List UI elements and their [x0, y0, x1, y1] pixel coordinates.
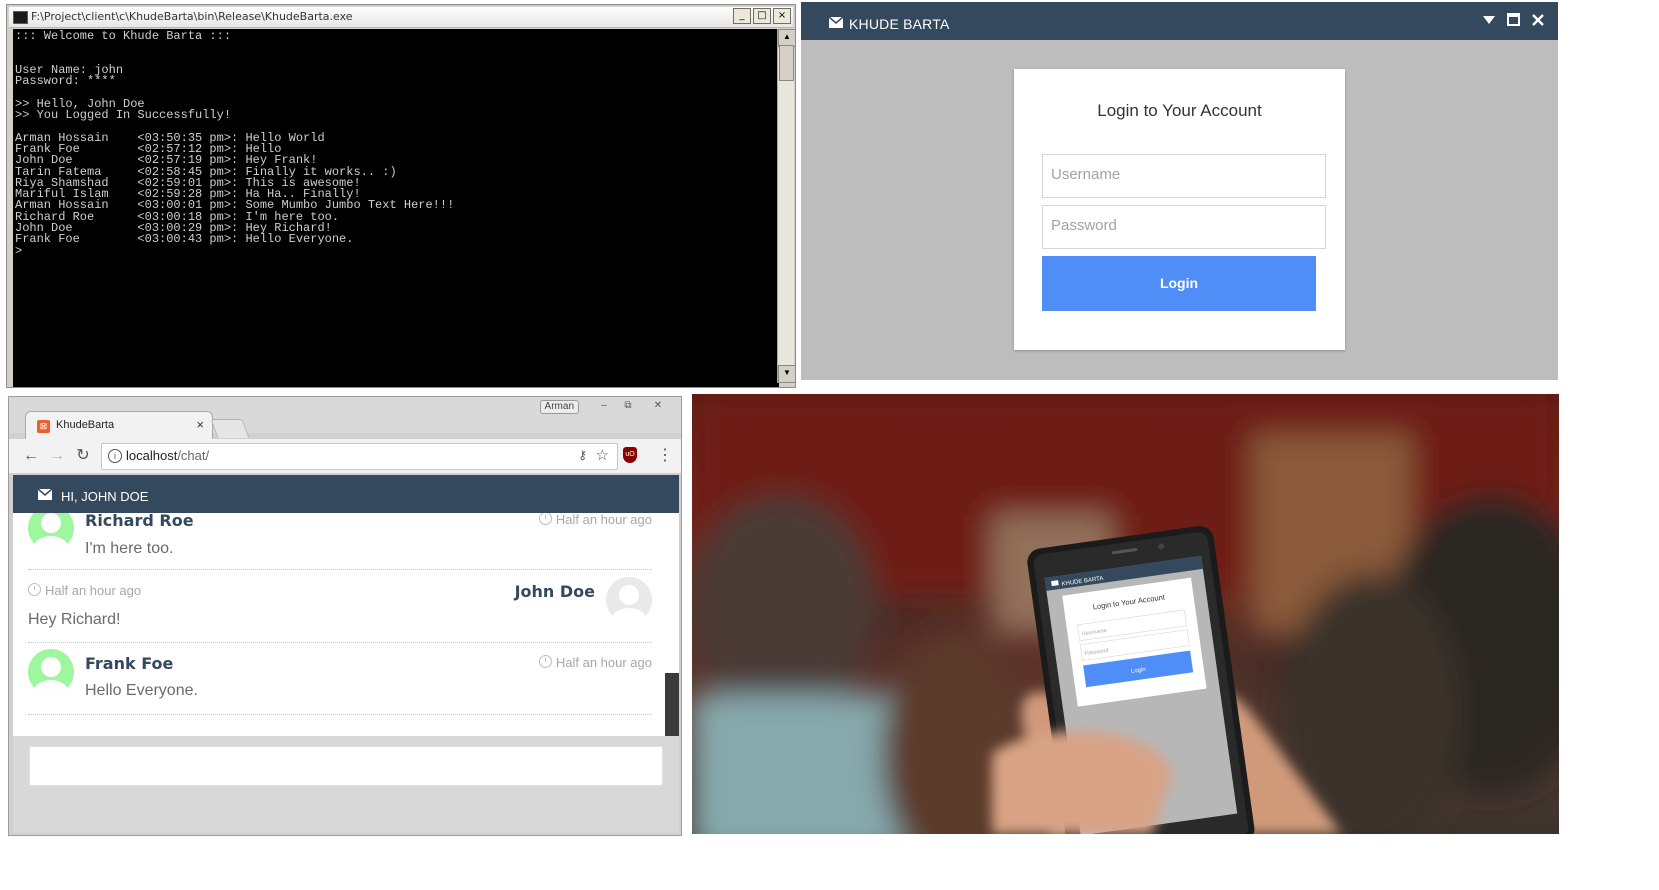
chat-scroll-thumb[interactable] [665, 673, 679, 736]
chat-message-list[interactable]: Richard Roe Half an hour ago I'm here to… [13, 513, 665, 736]
tab-close-icon[interactable]: × [196, 417, 204, 432]
login-card: Login to Your Account Username Password … [1014, 69, 1345, 350]
clock-icon [28, 583, 41, 596]
profile-button[interactable]: Arman [539, 400, 579, 414]
forward-arrow-icon[interactable]: → [47, 446, 67, 466]
message-author: John Doe [514, 582, 595, 601]
console-line: > [15, 243, 23, 258]
message-time-text: Half an hour ago [555, 655, 652, 670]
desktop-titlebar: KHUDE BARTA [801, 2, 1558, 40]
avatar [28, 513, 74, 551]
console-minimize-button[interactable]: _ [733, 8, 751, 24]
clock-icon [538, 655, 552, 668]
console-output: ::: Welcome to Khude Barta ::: User Name:… [13, 29, 779, 387]
url-path: /chat/ [177, 448, 210, 463]
message-author: Frank Foe [85, 654, 174, 673]
console-line: User Name: john [15, 62, 124, 77]
console-app-icon [13, 11, 28, 24]
message-input[interactable] [29, 746, 663, 786]
browser-close-button[interactable]: ✕ [645, 399, 671, 413]
mail-icon [829, 17, 843, 28]
console-scroll-thumb[interactable] [779, 45, 794, 81]
console-line: Password: **** [15, 74, 116, 89]
address-bar[interactable]: i localhost/chat/ ⚷ ☆ [101, 443, 618, 470]
chat-app-header: HI, JOHN DOE [13, 475, 679, 513]
browser-toolbar: ← → ↻ i localhost/chat/ ⚷ ☆ [9, 439, 681, 474]
browser-menu-icon[interactable]: ⋮ [657, 445, 673, 465]
clock-icon [538, 513, 552, 525]
photo-scene: KHUDE BARTA Login to Your Account Userna… [692, 394, 1559, 834]
message-text: I'm here too. [85, 540, 174, 557]
desktop-window-controls [1483, 13, 1544, 26]
browser-restore-button[interactable]: ⧉ [615, 399, 641, 413]
browser-minimize-button[interactable]: – [591, 399, 617, 413]
scroll-down-arrow-icon[interactable]: ▼ [778, 365, 796, 383]
chat-message: Frank Foe Half an hour ago Hello Everyon… [28, 642, 652, 715]
new-tab-button[interactable] [210, 419, 250, 438]
url-host: localhost [126, 448, 178, 463]
chat-message: Richard Roe Half an hour ago I'm here to… [28, 513, 652, 570]
console-window-buttons: _ □ × [733, 8, 791, 24]
console-line: ::: Welcome to Khude Barta ::: [15, 29, 232, 43]
maximize-icon[interactable] [1507, 13, 1520, 26]
user-avatar-icon [606, 577, 652, 623]
console-maximize-button[interactable]: □ [753, 8, 771, 24]
username-field[interactable]: Username [1042, 154, 1326, 198]
message-time: Half an hour ago [538, 655, 652, 670]
login-heading: Login to Your Account [1097, 101, 1262, 120]
user-avatar-icon [28, 513, 74, 551]
url-text: localhost/chat/ [126, 448, 209, 463]
tab-title: KhudeBarta [56, 419, 115, 431]
message-time: Half an hour ago [538, 513, 652, 527]
message-composer [13, 736, 679, 833]
reload-icon[interactable]: ↻ [73, 446, 93, 466]
minimize-icon[interactable] [1483, 15, 1495, 24]
message-time-text: Half an hour ago [555, 513, 652, 527]
chat-scrollbar[interactable] [665, 513, 679, 736]
desktop-app-title: KHUDE BARTA [849, 16, 950, 32]
console-scrollbar[interactable]: ▲ ▼ [777, 29, 796, 383]
mail-icon [38, 489, 52, 500]
browser-window: Arman – ⧉ ✕ ⊠ KhudeBarta × ← → ↻ i local… [8, 396, 682, 836]
avatar [606, 577, 652, 623]
user-avatar-icon [28, 649, 74, 695]
login-button[interactable]: Login [1042, 256, 1316, 311]
message-author: Richard Roe [85, 513, 194, 530]
bookmark-star-icon[interactable]: ☆ [596, 446, 609, 464]
message-text: Hello Everyone. [85, 682, 198, 699]
info-icon[interactable]: i [108, 449, 122, 463]
key-icon[interactable]: ⚷ [578, 448, 587, 462]
message-time: Half an hour ago [28, 583, 141, 598]
message-time-text: Half an hour ago [45, 583, 142, 598]
tab-khudebarta[interactable]: ⊠ KhudeBarta × [25, 411, 213, 440]
favicon-icon: ⊠ [37, 420, 50, 433]
console-line: Frank Foe <03:00:43 pm>: Hello Everyone. [15, 232, 354, 247]
console-window: F:\Project\client\c\KhudeBarta\bin\Relea… [6, 4, 796, 388]
message-text: Hey Richard! [28, 611, 121, 628]
ublock-extension-icon[interactable]: uO [623, 447, 637, 463]
console-line: >> You Logged In Successfully! [15, 108, 232, 123]
password-field[interactable]: Password [1042, 205, 1326, 249]
console-titlebar[interactable]: F:\Project\client\c\KhudeBarta\bin\Relea… [9, 7, 793, 28]
console-close-button[interactable]: × [773, 8, 791, 24]
chat-message: John Doe Half an hour ago Hey Richard! [28, 569, 652, 643]
back-arrow-icon[interactable]: ← [21, 446, 41, 466]
desktop-login-window: KHUDE BARTA Login to Your Account Userna… [801, 2, 1558, 380]
avatar [28, 649, 74, 695]
close-icon[interactable] [1532, 13, 1544, 26]
phone-photo: KHUDE BARTA Login to Your Account Userna… [692, 394, 1559, 834]
console-title: F:\Project\client\c\KhudeBarta\bin\Relea… [31, 10, 353, 23]
